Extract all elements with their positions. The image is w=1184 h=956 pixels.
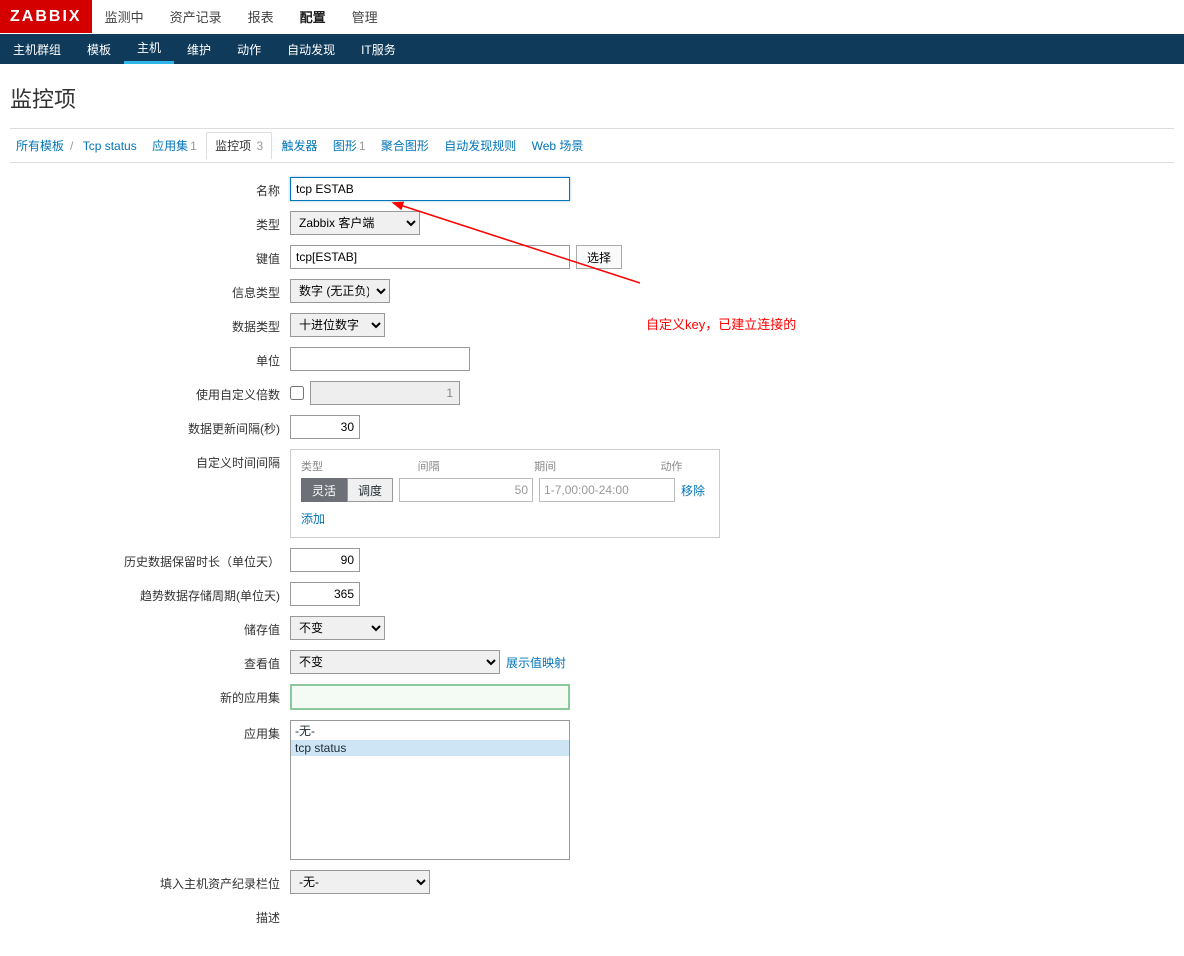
label-update-interval: 数据更新间隔(秒) — [10, 415, 290, 437]
bc-tcp-status[interactable]: Tcp status — [77, 139, 143, 153]
label-custom-intervals: 自定义时间间隔 — [10, 449, 290, 471]
bc-items[interactable]: 监控项 3 — [206, 132, 272, 160]
subnav-hostgroups[interactable]: 主机群组 — [0, 34, 74, 64]
bc-triggers[interactable]: 触发器 — [276, 139, 324, 153]
top-nav: ZABBIX 监测中 资产记录 报表 配置 管理 — [0, 0, 1184, 34]
label-history: 历史数据保留时长（单位天） — [10, 548, 290, 570]
label-new-app: 新的应用集 — [10, 684, 290, 706]
store-select[interactable]: 不变 — [290, 616, 385, 640]
app-option-none[interactable]: -无- — [291, 721, 569, 740]
label-host-inv: 填入主机资产纪录栏位 — [10, 870, 290, 892]
apps-listbox[interactable]: -无- tcp status — [290, 720, 570, 860]
ih-type: 类型 — [301, 458, 418, 474]
bc-web[interactable]: Web 场景 — [526, 139, 590, 153]
update-interval-input[interactable] — [290, 415, 360, 439]
ih-interval: 间隔 — [418, 458, 535, 474]
app-option-tcp[interactable]: tcp status — [291, 740, 569, 756]
label-units: 单位 — [10, 347, 290, 369]
label-apps: 应用集 — [10, 720, 290, 742]
interval-type-toggle: 灵活 调度 — [301, 478, 393, 502]
menu-monitoring[interactable]: 监测中 — [92, 0, 157, 33]
interval-box: 类型 间隔 期间 动作 灵活 调度 移除 — [290, 449, 720, 538]
logo: ZABBIX — [0, 0, 92, 33]
trends-input[interactable] — [290, 582, 360, 606]
history-input[interactable] — [290, 548, 360, 572]
units-input[interactable] — [290, 347, 470, 371]
label-info-type: 信息类型 — [10, 279, 290, 301]
label-name: 名称 — [10, 177, 290, 199]
label-desc: 描述 — [10, 904, 290, 926]
breadcrumb: 所有模板/ Tcp status 应用集1 监控项 3 触发器 图形1 聚合图形… — [10, 128, 1174, 163]
subnav-actions[interactable]: 动作 — [224, 34, 274, 64]
menu-admin[interactable]: 管理 — [339, 0, 391, 33]
menu-config[interactable]: 配置 — [287, 0, 339, 33]
subnav-templates[interactable]: 模板 — [74, 34, 124, 64]
label-type: 类型 — [10, 211, 290, 233]
bc-screens[interactable]: 聚合图形 — [375, 139, 435, 153]
bc-all-templates[interactable]: 所有模板 — [10, 139, 70, 153]
custom-mult-checkbox[interactable] — [290, 386, 304, 400]
custom-mult-value: 1 — [310, 381, 460, 405]
host-inv-select[interactable]: -无- — [290, 870, 430, 894]
toggle-scheduling[interactable]: 调度 — [347, 478, 393, 502]
bc-graphs[interactable]: 图形1 — [327, 139, 372, 153]
subnav-maintenance[interactable]: 维护 — [174, 34, 224, 64]
new-app-input[interactable] — [290, 684, 570, 710]
label-data-type: 数据类型 — [10, 313, 290, 335]
show-value-select[interactable]: 不变 — [290, 650, 500, 674]
label-trends: 趋势数据存储周期(单位天) — [10, 582, 290, 604]
menu-inventory[interactable]: 资产记录 — [157, 0, 235, 33]
info-type-select[interactable]: 数字 (无正负) — [290, 279, 390, 303]
toggle-flexible[interactable]: 灵活 — [301, 478, 347, 502]
subnav-hosts[interactable]: 主机 — [124, 34, 174, 64]
ih-period: 期间 — [534, 458, 660, 474]
bc-drules[interactable]: 自动发现规则 — [438, 139, 522, 153]
subnav-discovery[interactable]: 自动发现 — [274, 34, 348, 64]
label-store: 储存值 — [10, 616, 290, 638]
show-value-map-link[interactable]: 展示值映射 — [506, 654, 566, 671]
page-title: 监控项 — [10, 82, 1174, 114]
select-key-button[interactable]: 选择 — [576, 245, 622, 269]
bc-apps[interactable]: 应用集1 — [146, 139, 203, 153]
ih-action: 动作 — [660, 458, 709, 474]
interval-remove-link[interactable]: 移除 — [681, 482, 705, 499]
interval-value-input[interactable] — [399, 478, 533, 502]
interval-add-link[interactable]: 添加 — [301, 512, 325, 526]
interval-period-input[interactable] — [539, 478, 675, 502]
top-menu: 监测中 资产记录 报表 配置 管理 — [92, 0, 391, 33]
sub-nav: 主机群组 模板 主机 维护 动作 自动发现 IT服务 — [0, 34, 1184, 64]
label-custom-mult: 使用自定义倍数 — [10, 381, 290, 403]
name-input[interactable] — [290, 177, 570, 201]
data-type-select[interactable]: 十进位数字 — [290, 313, 385, 337]
key-input[interactable] — [290, 245, 570, 269]
label-show-value: 查看值 — [10, 650, 290, 672]
label-key: 键值 — [10, 245, 290, 267]
type-select[interactable]: Zabbix 客户端 — [290, 211, 420, 235]
subnav-itservices[interactable]: IT服务 — [348, 34, 409, 64]
item-form: 自定义key，已建立连接的 名称 类型 Zabbix 客户端 键值 选择 信息类… — [10, 177, 1174, 926]
menu-reports[interactable]: 报表 — [235, 0, 287, 33]
